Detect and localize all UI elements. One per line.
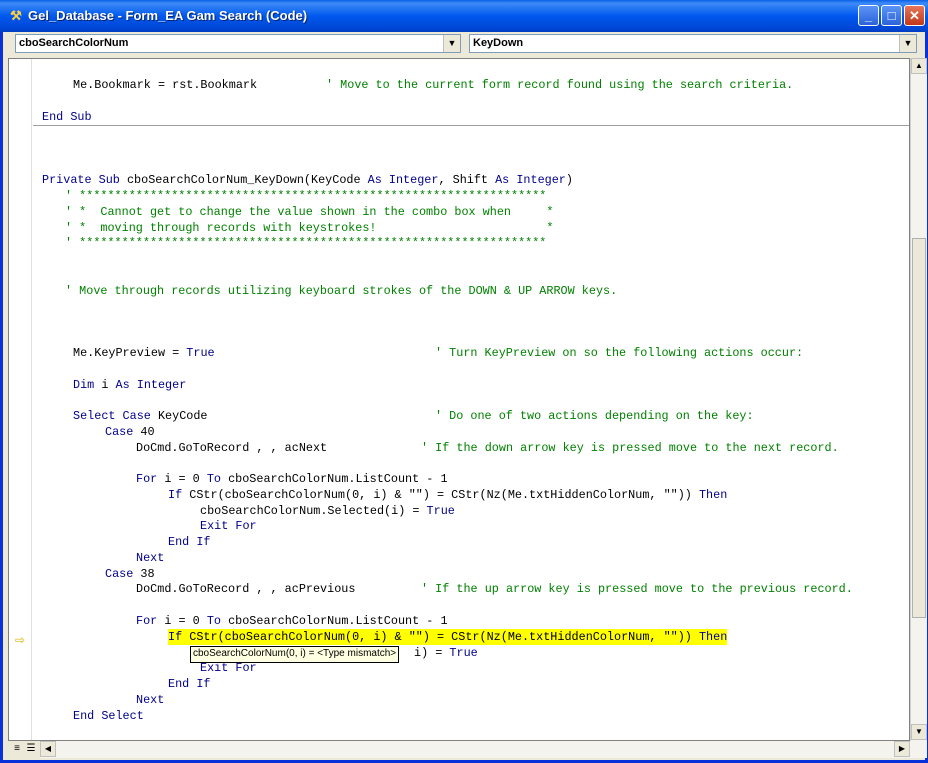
code-line: Next xyxy=(136,693,165,707)
maximize-button[interactable]: □ xyxy=(881,5,902,26)
code-comment: ' * Cannot get to change the value shown… xyxy=(65,205,554,219)
title-bar[interactable]: ⚒ Gel_Database - Form_EA Gam Search (Cod… xyxy=(0,0,928,32)
vba-editor-icon: ⚒ xyxy=(10,8,22,23)
code-line: End Sub xyxy=(42,110,92,124)
code-line: For i = 0 To cboSearchColorNum.ListCount… xyxy=(136,472,448,486)
execution-arrow-icon: ⇨ xyxy=(15,633,26,647)
code-line: i) = True xyxy=(414,646,478,660)
current-execution-line: If CStr(cboSearchColorNum(0, i) & "") = … xyxy=(168,629,728,645)
code-line: End If xyxy=(168,535,211,549)
code-line: DoCmd.GoToRecord , , acNext xyxy=(136,441,328,455)
code-comment: ' Move to the current form record found … xyxy=(326,78,794,92)
object-combo[interactable]: cboSearchColorNum ▼ xyxy=(15,34,461,53)
procedure-separator xyxy=(33,125,909,126)
object-combo-value: cboSearchColorNum xyxy=(19,37,129,49)
vba-code-window: ⚒ Gel_Database - Form_EA Gam Search (Cod… xyxy=(0,0,928,763)
code-comment: ' **************************************… xyxy=(65,236,547,250)
code-line: Next xyxy=(136,551,165,565)
code-line: Exit For xyxy=(200,519,257,533)
horizontal-scrollbar[interactable]: ◀ ▶ xyxy=(40,741,927,758)
full-module-view-icon[interactable]: ☰ xyxy=(24,741,38,757)
code-comment: ' If the down arrow key is pressed move … xyxy=(421,441,839,455)
code-comment: ' Turn KeyPreview on so the following ac… xyxy=(435,346,804,360)
code-pane[interactable]: Me.Bookmark = rst.Bookmark ' Move to the… xyxy=(8,58,910,741)
scroll-left-arrow-icon[interactable]: ◀ xyxy=(40,741,56,757)
code-line: Me.KeyPreview = True xyxy=(73,346,215,360)
window-title: Gel_Database - Form_EA Gam Search (Code) xyxy=(28,8,308,23)
code-line: If CStr(cboSearchColorNum(0, i) & "") = … xyxy=(168,488,728,502)
code-line: Me.Bookmark = rst.Bookmark xyxy=(73,78,258,92)
procedure-combo-value: KeyDown xyxy=(473,37,524,49)
scroll-up-arrow-icon[interactable]: ▲ xyxy=(911,58,927,74)
code-line: DoCmd.GoToRecord , , acPrevious xyxy=(136,582,356,596)
code-comment: ' **************************************… xyxy=(65,189,547,203)
code-editor[interactable]: Me.Bookmark = rst.Bookmark ' Move to the… xyxy=(9,59,909,740)
procedure-view-icon[interactable]: ≡ xyxy=(10,741,24,757)
code-line: Dim i As Integer xyxy=(73,378,187,392)
chevron-down-icon[interactable]: ▼ xyxy=(443,35,460,52)
code-comment: ' Do one of two actions depending on the… xyxy=(435,409,754,423)
close-button[interactable]: ✕ xyxy=(904,5,925,26)
code-line: Private Sub cboSearchColorNum_KeyDown(Ke… xyxy=(42,173,573,187)
scroll-right-arrow-icon[interactable]: ▶ xyxy=(894,741,910,757)
code-comment: ' If the up arrow key is pressed move to… xyxy=(421,582,853,596)
code-line: End If xyxy=(168,677,211,691)
code-line: cboSearchColorNum.Selected(i) = True xyxy=(200,504,455,518)
chevron-down-icon[interactable]: ▼ xyxy=(899,35,916,52)
minimize-button[interactable]: _ xyxy=(858,5,879,26)
code-line: Case 40 xyxy=(105,425,155,439)
vertical-scrollbar[interactable]: ▲ ▼ xyxy=(910,58,927,741)
code-line: End Select xyxy=(73,709,144,723)
code-comment: ' Move through records utilizing keyboar… xyxy=(65,284,618,298)
data-tip-tooltip: cboSearchColorNum(0, i) = <Type mismatch… xyxy=(190,646,400,663)
bottom-bar: ≡ ☰ ◀ ▶ xyxy=(8,741,927,758)
vertical-scroll-thumb[interactable] xyxy=(912,238,926,618)
procedure-combo[interactable]: KeyDown ▼ xyxy=(469,34,917,53)
scroll-down-arrow-icon[interactable]: ▼ xyxy=(911,724,927,740)
code-line: Case 38 xyxy=(105,567,155,581)
code-line: For i = 0 To cboSearchColorNum.ListCount… xyxy=(136,614,448,628)
code-line: Select Case KeyCode xyxy=(73,409,208,423)
code-comment: ' * moving through records with keystrok… xyxy=(65,221,554,235)
